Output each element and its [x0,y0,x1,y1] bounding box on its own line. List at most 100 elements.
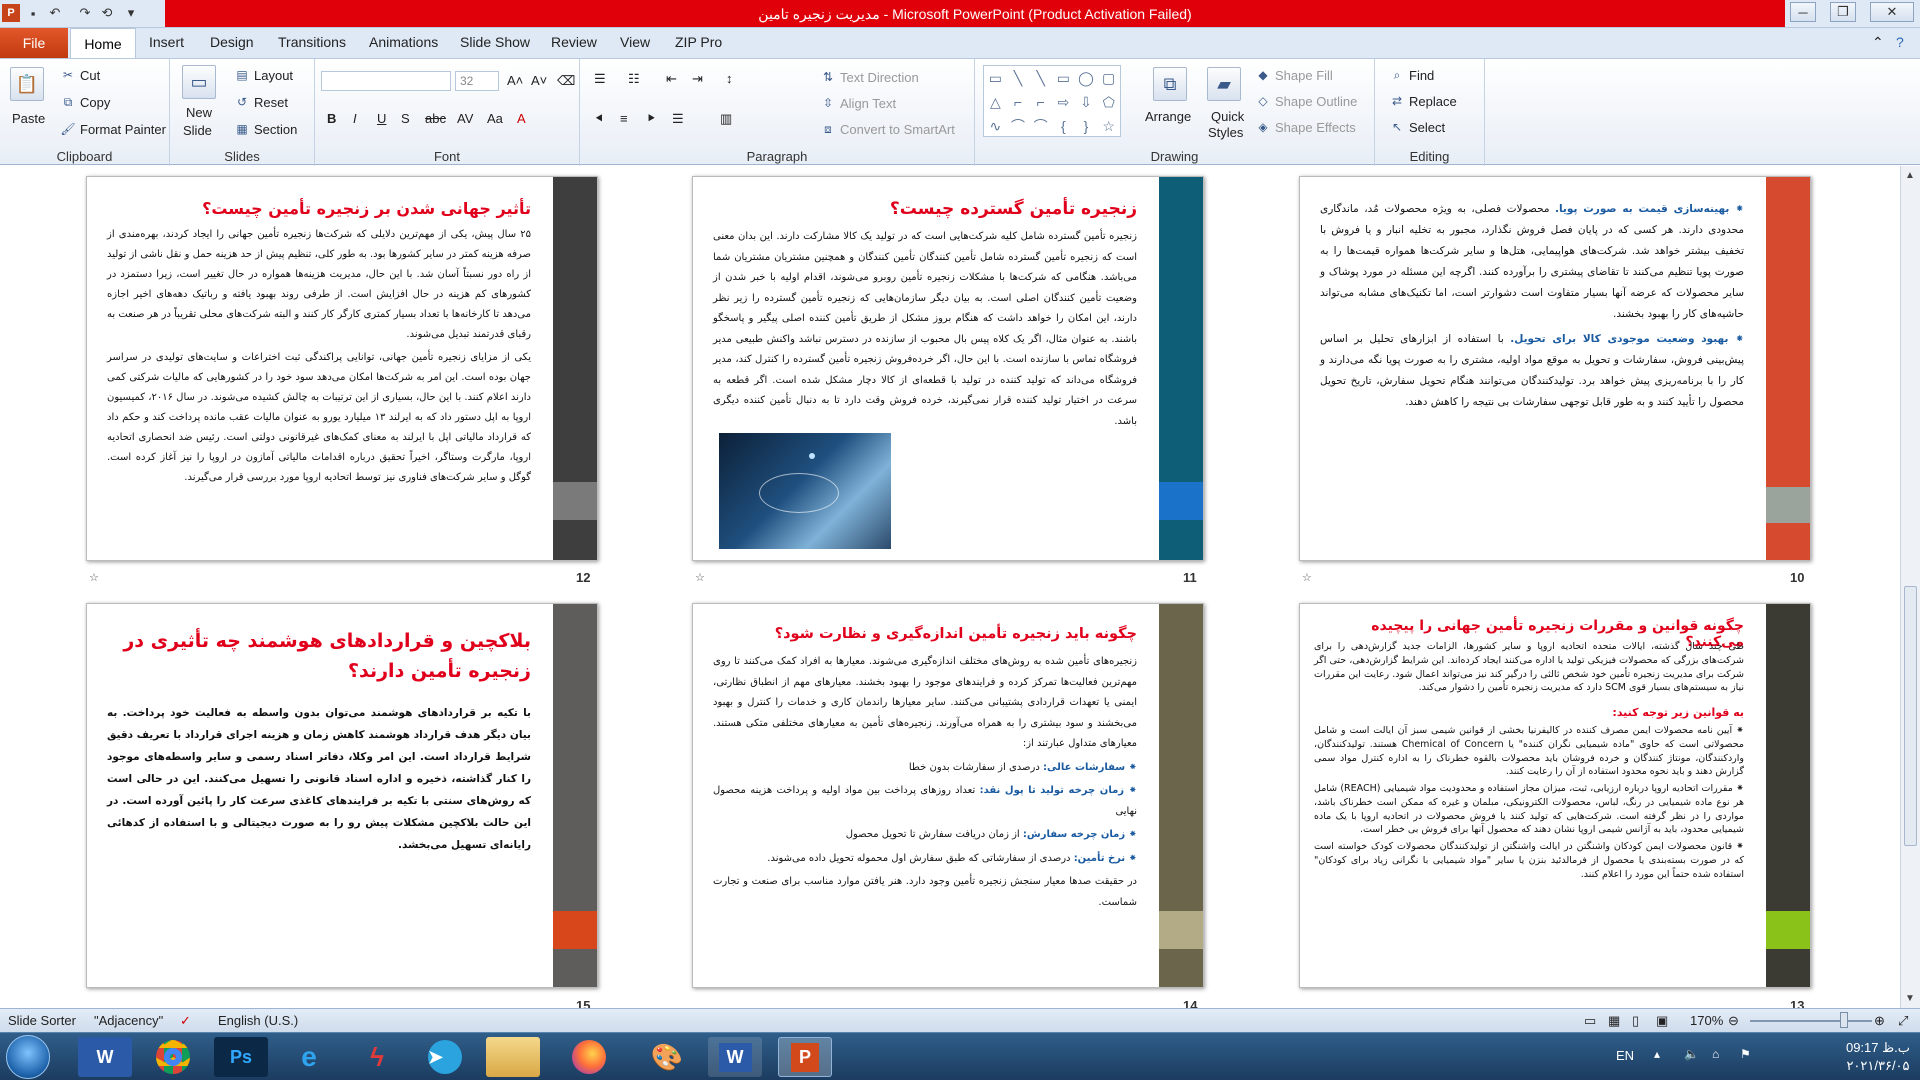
system-clock[interactable]: 09:17 ب.ظ ۲۰۲۱/۳۶/۰۵ [1846,1039,1910,1075]
minimize-ribbon-icon[interactable]: ⌃ [1872,34,1884,51]
character-spacing-icon[interactable]: AV [457,111,473,126]
font-color-icon[interactable]: A [517,111,526,126]
layout-button[interactable]: ▤ Layout [234,67,293,83]
paste-button[interactable]: Paste [12,111,45,126]
powerpoint-taskbar-icon[interactable]: P [778,1037,832,1077]
slide-thumbnail-12[interactable]: تأثیر جهانی شدن بر زنجیره تأمین چیست؟ ۲۵… [86,176,598,561]
shape-effects-button[interactable]: ◈ Shape Effects [1255,119,1355,135]
shape-fill-button[interactable]: ◆ Shape Fill [1255,67,1332,83]
text-direction-button[interactable]: ⇅ Text Direction [820,69,919,85]
tab-view[interactable]: View [620,34,650,50]
app-logo-icon[interactable]: P [2,4,20,22]
select-button[interactable]: ↖ Select [1389,119,1445,135]
reset-button[interactable]: ↺ Reset [234,94,288,110]
convert-smartart-button[interactable]: ⧈ Convert to SmartArt [820,121,955,137]
paste-icon[interactable]: 📋 [10,67,44,101]
justify-icon[interactable]: ☰ [672,111,684,127]
replace-button[interactable]: ⇄ Replace [1389,93,1457,109]
format-painter-button[interactable]: 🖌 Format Painter [60,121,166,137]
line-icon[interactable]: ╲ [1007,66,1030,90]
tab-animations[interactable]: Animations [369,34,438,50]
tab-home[interactable]: Home [70,28,136,59]
align-right-icon[interactable]: ⯈ [646,111,656,127]
shrink-font-icon[interactable]: A˅ [531,73,547,88]
vertical-scrollbar[interactable]: ▲ ▼ [1900,166,1920,1008]
input-language[interactable]: EN [1616,1048,1634,1063]
align-left-icon[interactable]: ⯇ [594,111,604,127]
zoom-slider[interactable] [1750,1020,1872,1022]
ie-taskbar-icon[interactable]: e [282,1037,336,1077]
oval-icon[interactable]: ◯ [1075,66,1098,90]
new-slide-button-2[interactable]: Slide [183,123,212,138]
align-text-button[interactable]: ⇳ Align Text [820,95,896,111]
bold-icon[interactable]: B [327,111,336,126]
tab-slide-show[interactable]: Slide Show [460,34,530,50]
redo-icon[interactable]: ↷ [76,4,94,22]
arrange-icon[interactable]: ⧉ [1153,67,1187,101]
maximize-button[interactable]: ❐ [1830,2,1856,22]
brace-right-icon[interactable]: } [1075,114,1098,138]
flowchart-icon[interactable]: ⬠ [1097,90,1120,114]
tab-zip-pro[interactable]: ZIP Pro [675,34,722,50]
word-active-taskbar-icon[interactable]: W [708,1037,762,1077]
firefox-taskbar-icon[interactable] [562,1037,616,1077]
zoom-level[interactable]: 170% [1690,1013,1723,1028]
line2-icon[interactable]: ╲ [1029,66,1052,90]
quick-styles-button-2[interactable]: Styles [1208,125,1243,140]
slide-sorter-view-icon[interactable]: ▦ [1608,1013,1620,1029]
star-icon[interactable]: ☆ [1097,114,1120,138]
chrome-taskbar-icon[interactable] [146,1037,200,1077]
lightning-app-taskbar-icon[interactable]: ϟ [350,1037,404,1077]
bend-icon[interactable]: ⌒ [1029,114,1052,138]
section-button[interactable]: ▦ Section [234,121,297,137]
volume-icon[interactable]: 🔈 [1684,1047,1699,1061]
slide-thumbnail-10[interactable]: ⁕ بهینه‌سازی قیمت به صورت پویا. محصولات … [1299,176,1811,561]
slide-thumbnail-11[interactable]: زنجیره تأمین گسترده چیست؟ زنجیره تأمین گ… [692,176,1204,561]
repeat-icon[interactable]: ⟲ [98,4,116,22]
quick-styles-icon[interactable]: ▰ [1207,67,1241,101]
save-icon[interactable]: ▪ [24,4,42,22]
bullets-icon[interactable]: ☰ [594,71,606,87]
grow-font-icon[interactable]: A˄ [507,73,523,88]
photoshop-taskbar-icon[interactable]: Ps [214,1037,268,1077]
numbering-icon[interactable]: ☷ [628,71,640,87]
start-button[interactable] [6,1035,50,1079]
slide-sorter-pane[interactable]: ⁕ بهینه‌سازی قیمت به صورت پویا. محصولات … [0,166,1900,1008]
action-center-icon[interactable]: ⚑ [1740,1047,1751,1061]
fit-window-icon[interactable]: ⤢ [1898,1013,1908,1029]
scrollbar-thumb[interactable] [1904,586,1917,846]
connector-icon[interactable]: ⌐ [1029,90,1052,114]
undo-icon[interactable]: ↶ [46,4,64,22]
brace-left-icon[interactable]: { [1052,114,1075,138]
tab-transitions[interactable]: Transitions [278,34,346,50]
paint-taskbar-icon[interactable]: 🎨 [640,1037,694,1077]
shape-outline-button[interactable]: ◇ Shape Outline [1255,93,1357,109]
arrange-button[interactable]: Arrange [1145,109,1191,124]
zoom-slider-thumb[interactable] [1840,1012,1848,1028]
new-slide-icon[interactable]: ▭ [182,65,216,99]
network-icon[interactable]: ⌂ [1712,1047,1719,1061]
arrow-right-icon[interactable]: ⇨ [1052,90,1075,114]
spellcheck-icon[interactable]: ✓ [180,1013,191,1029]
slide-thumbnail-13[interactable]: چگونه قوانین و مقررات زنجیره تأمین جهانی… [1299,603,1811,988]
minimize-button[interactable]: ─ [1790,2,1816,22]
tray-expand-icon[interactable]: ▴ [1654,1047,1660,1061]
explorer-taskbar-icon[interactable] [486,1037,540,1077]
elbow-icon[interactable]: ⌐ [1007,90,1030,114]
telegram-taskbar-icon[interactable]: ➤ [418,1037,472,1077]
tab-insert[interactable]: Insert [149,34,184,50]
textbox-icon[interactable]: ▭ [984,66,1007,90]
arc-icon[interactable]: ⌒ [1007,114,1030,138]
italic-icon[interactable]: I [353,111,357,126]
font-size-combo[interactable]: 32 [455,71,499,91]
strikethrough-icon[interactable]: abc [425,111,446,126]
zoom-in-icon[interactable]: ⊕ [1874,1013,1885,1029]
curve-icon[interactable]: ∿ [984,114,1007,138]
customize-qat-icon[interactable]: ▾ [122,4,140,22]
close-button[interactable]: ✕ [1870,2,1914,22]
word-taskbar-icon[interactable]: W [78,1037,132,1077]
new-slide-button[interactable]: New [186,105,212,120]
increase-indent-icon[interactable]: ⇥ [692,71,703,87]
shapes-gallery[interactable]: ▭ ╲ ╲ ▭ ◯ ▢ △ ⌐ ⌐ ⇨ ⇩ ⬠ ∿ ⌒ ⌒{} ☆ [983,65,1121,137]
tab-file[interactable]: File [0,28,68,58]
